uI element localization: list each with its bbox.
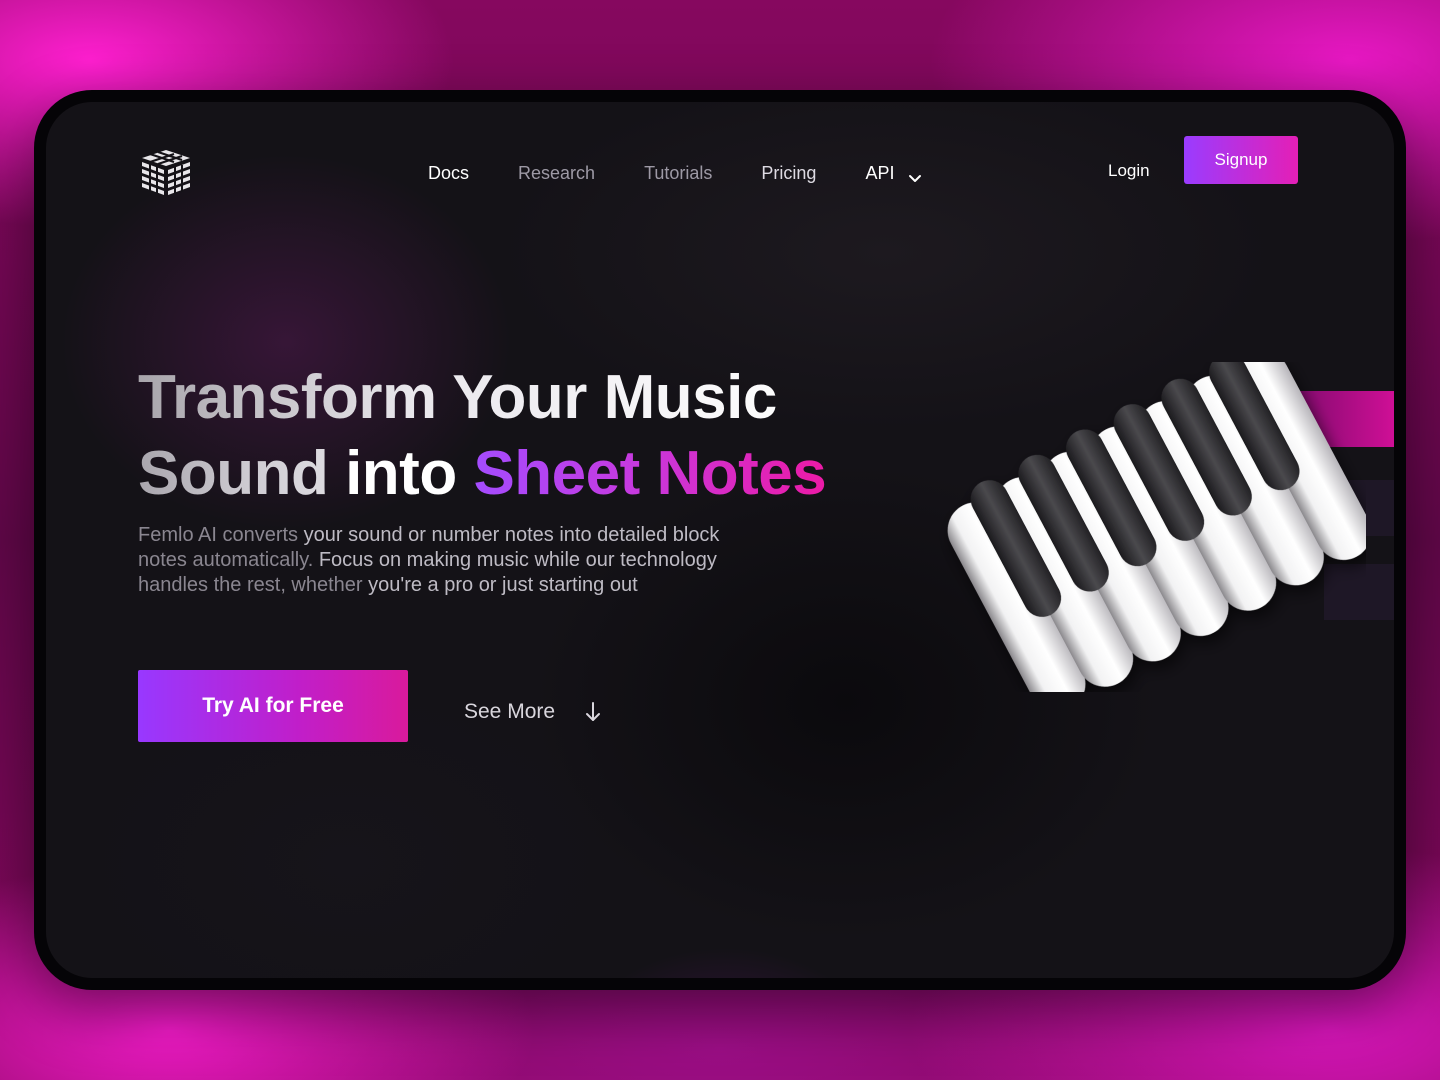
main-nav: Docs Research Tutorials Pricing API	[428, 149, 922, 197]
nav-api-label: API	[865, 162, 895, 183]
nav-tutorials[interactable]: Tutorials	[644, 163, 712, 184]
hero-title-accent: Sheet Notes	[473, 439, 827, 508]
login-link[interactable]: Login	[1108, 161, 1150, 181]
hero-title-line1: Transform Your Music	[138, 360, 826, 436]
hero-title: Transform Your Music Sound into Sheet No…	[138, 360, 827, 512]
hero-title-into: into	[345, 439, 457, 508]
landing-screen: Docs Research Tutorials Pricing API Logi…	[46, 102, 1394, 978]
nav-docs[interactable]: Docs	[428, 163, 469, 184]
hero-description: Femlo AI converts your sound or number n…	[138, 523, 788, 598]
see-more-link[interactable]: See More	[464, 692, 603, 732]
see-more-label: See More	[464, 700, 556, 723]
hero-desc-seg5: handles the rest, whether	[138, 574, 369, 596]
device-frame: Docs Research Tutorials Pricing API Logi…	[34, 90, 1406, 990]
arrow-down-icon	[583, 700, 603, 724]
piano-keys-illustration	[926, 350, 1372, 713]
nav-research[interactable]: Research	[518, 163, 595, 184]
hero-desc-seg2: your sound or number notes into detailed…	[303, 524, 720, 546]
try-ai-button[interactable]: Try AI for Free	[138, 670, 408, 742]
chevron-down-icon	[908, 168, 922, 182]
bottom-glow	[566, 947, 886, 978]
hero-desc-seg3: notes automatically.	[138, 549, 319, 571]
hero-title-sound: Sound	[138, 439, 329, 508]
nav-api[interactable]: API	[865, 163, 922, 184]
signup-button[interactable]: Signup	[1184, 136, 1298, 184]
hero-desc-seg1: Femlo AI converts	[138, 524, 304, 546]
hero-desc-seg6: you're a pro or just starting out	[368, 574, 638, 596]
nav-pricing[interactable]: Pricing	[761, 163, 816, 184]
hero-desc-seg4: Focus on making music while our technolo…	[318, 549, 717, 571]
logo-icon[interactable]	[138, 146, 194, 198]
hero-title-line2: Sound into Sheet Notes	[138, 436, 827, 512]
